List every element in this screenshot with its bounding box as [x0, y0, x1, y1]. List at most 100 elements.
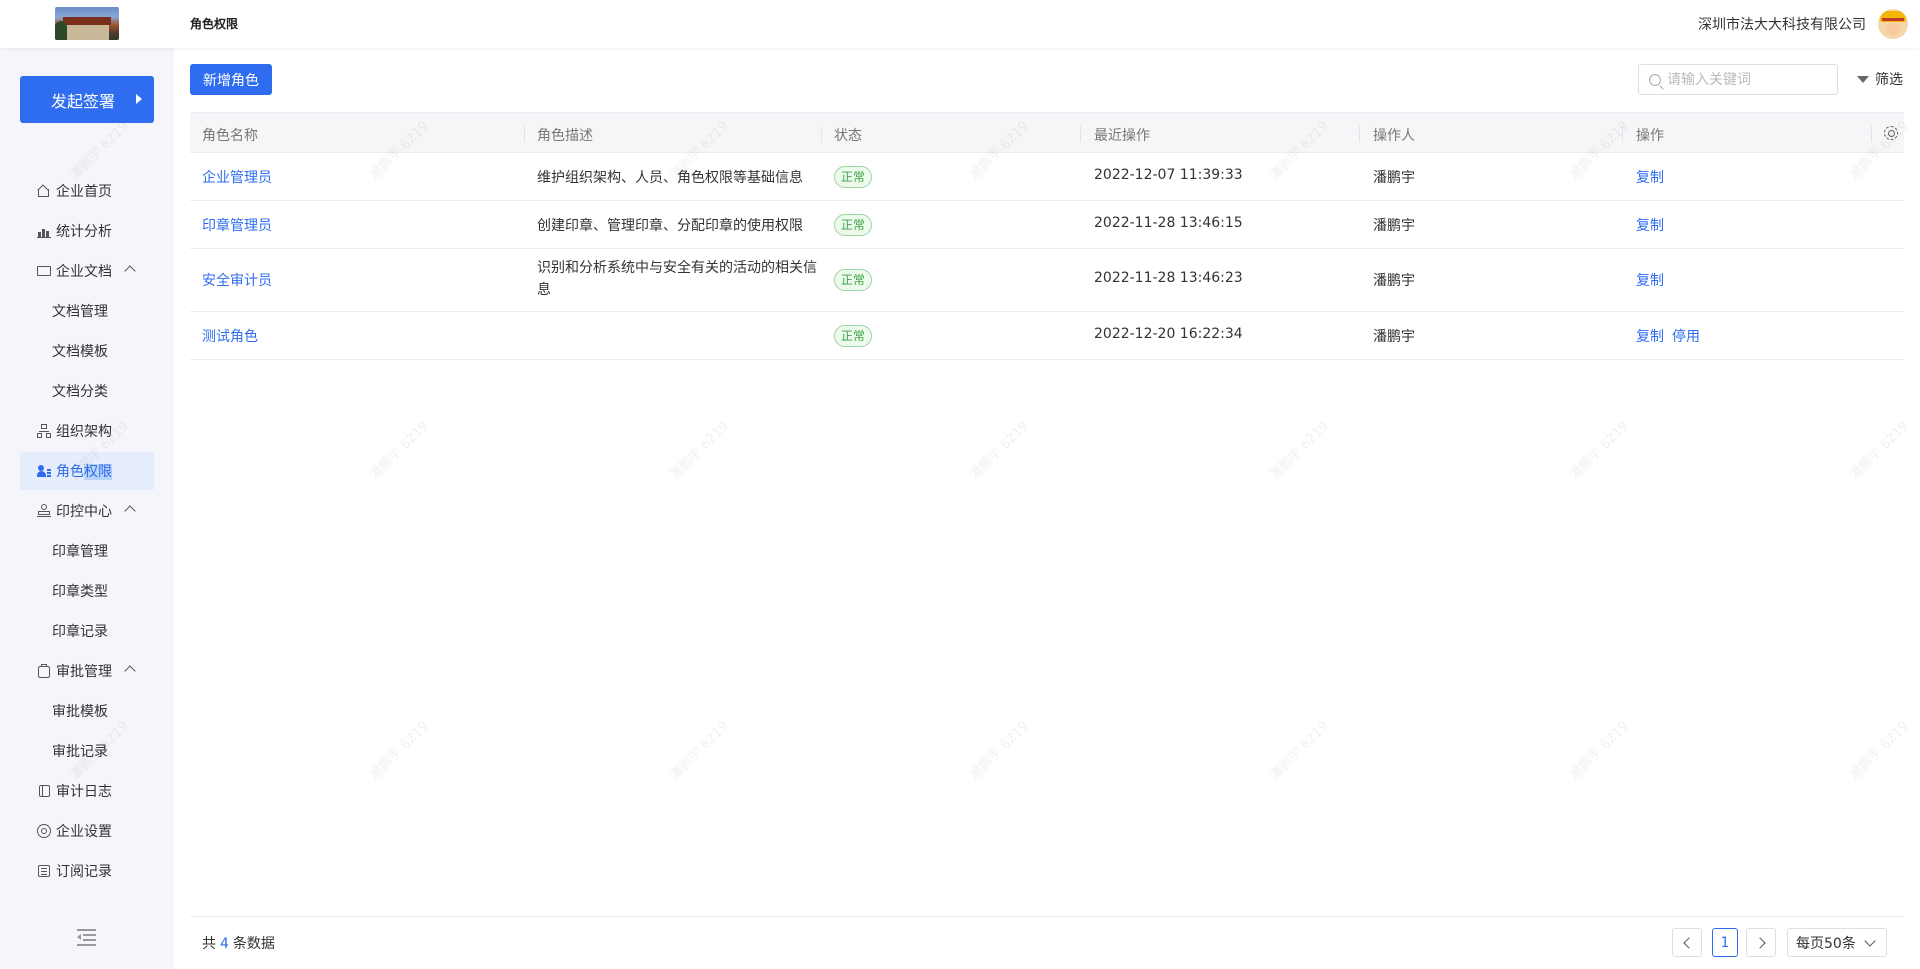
operator-name: 潘鹏宇: [1373, 218, 1415, 234]
sidebar-item-label: 印控中心: [56, 504, 112, 520]
avatar[interactable]: [1878, 9, 1908, 39]
chevron-up-icon: [124, 265, 136, 277]
copy-button[interactable]: 复制: [1636, 215, 1664, 235]
column-header-name: 角色名称: [202, 128, 258, 144]
disable-button[interactable]: 停用: [1672, 326, 1700, 346]
sidebar-item-roles[interactable]: 角色权限: [20, 452, 154, 490]
sidebar-item-audit-log[interactable]: 审计日志: [20, 772, 154, 810]
total-prefix: 共: [202, 936, 216, 952]
role-description: 识别和分析系统中与安全有关的活动的相关信息: [537, 260, 817, 298]
chevron-right-icon: [1753, 936, 1766, 949]
column-header-actions: 操作: [1636, 128, 1664, 144]
role-name-link[interactable]: 测试角色: [202, 326, 258, 346]
search-input[interactable]: [1667, 71, 1827, 88]
sidebar-item-seal-type[interactable]: 印章类型: [20, 572, 154, 610]
main-content: 新增角色 筛选 角色名称 角色描述 状态 最近操作 操作人 操作 企业管理员 维…: [190, 48, 1904, 969]
column-header-operator: 操作人: [1373, 128, 1415, 144]
next-page-button[interactable]: [1746, 928, 1776, 957]
home-icon: [36, 184, 51, 198]
operator-name: 潘鹏宇: [1373, 329, 1415, 345]
roles-table: 角色名称 角色描述 状态 最近操作 操作人 操作 企业管理员 维护组织架构、人员…: [190, 112, 1904, 360]
filter-button[interactable]: 筛选: [1857, 69, 1903, 89]
sidebar: 发起签署 企业首页 统计分析 企业文档 文档管理 文档模板 文档分类 组织架构: [0, 48, 174, 969]
launch-sign-label: 发起签署: [50, 91, 115, 111]
sidebar-item-label: 文档分类: [52, 384, 108, 400]
sidebar-item-label: 审批模板: [52, 704, 108, 720]
sidebar-item-label: 印章记录: [52, 624, 108, 640]
sidebar-item-subscription[interactable]: 订阅记录: [20, 852, 154, 890]
status-badge: 正常: [834, 325, 873, 347]
sidebar-item-statistics[interactable]: 统计分析: [20, 212, 154, 250]
total-count-text: 共 4 条数据: [202, 933, 275, 953]
settings-icon: [37, 824, 51, 838]
pagination-bar: 共 4 条数据 1 每页50条: [190, 916, 1904, 969]
role-description: 创建印章、管理印章、分配印章的使用权限: [537, 218, 803, 234]
last-operation-time: 2022-12-07 11:39:33: [1094, 167, 1243, 183]
prev-page-button[interactable]: [1672, 928, 1702, 957]
sidebar-item-seal-manage[interactable]: 印章管理: [20, 532, 154, 570]
chevron-left-icon: [1682, 936, 1695, 949]
search-box[interactable]: [1638, 64, 1838, 95]
sidebar-item-label: 企业首页: [56, 184, 112, 200]
sidebar-item-org[interactable]: 组织架构: [20, 412, 154, 450]
add-role-button[interactable]: 新增角色: [190, 64, 272, 95]
sidebar-item-home[interactable]: 企业首页: [20, 172, 154, 210]
sidebar-item-doc-manage[interactable]: 文档管理: [20, 292, 154, 330]
page-size-select[interactable]: 每页50条: [1787, 928, 1887, 957]
page-number-button[interactable]: 1: [1712, 928, 1738, 957]
table-row: 测试角色 正常 2022-12-20 16:22:34 潘鹏宇 复制 停用: [190, 312, 1904, 360]
caret-right-icon: [136, 94, 142, 104]
filter-icon: [1857, 75, 1869, 83]
copy-button[interactable]: 复制: [1636, 270, 1664, 290]
copy-button[interactable]: 复制: [1636, 326, 1664, 346]
sidebar-item-label: 审批记录: [52, 744, 108, 760]
operator-name: 潘鹏宇: [1373, 273, 1415, 289]
sidebar-item-approval-record[interactable]: 审批记录: [20, 732, 154, 770]
sidebar-item-label: 文档模板: [52, 344, 108, 360]
total-suffix: 条数据: [232, 936, 275, 952]
sidebar-item-label: 审计日志: [56, 784, 112, 800]
last-operation-time: 2022-11-28 13:46:15: [1094, 215, 1243, 231]
sidebar-item-label: 审批管理: [56, 664, 112, 680]
total-count: 4: [220, 936, 229, 952]
role-name-link[interactable]: 印章管理员: [202, 215, 272, 235]
search-icon: [1649, 73, 1661, 86]
top-header: 角色权限 深圳市法大大科技有限公司: [0, 0, 1920, 48]
sidebar-item-approval-template[interactable]: 审批模板: [20, 692, 154, 730]
org-chart-icon: [37, 424, 51, 438]
table-row: 企业管理员 维护组织架构、人员、角色权限等基础信息 正常 2022-12-07 …: [190, 153, 1904, 201]
sidebar-item-seal-record[interactable]: 印章记录: [20, 612, 154, 650]
company-name[interactable]: 深圳市法大大科技有限公司: [1698, 14, 1866, 34]
table-header: 角色名称 角色描述 状态 最近操作 操作人 操作: [190, 112, 1904, 153]
sidebar-item-seal-center[interactable]: 印控中心: [20, 492, 154, 530]
sidebar-item-approval[interactable]: 审批管理: [20, 652, 154, 690]
bar-chart-icon: [37, 224, 51, 238]
sidebar-item-label: 文档管理: [52, 304, 108, 320]
role-description: 维护组织架构、人员、角色权限等基础信息: [537, 170, 803, 186]
chevron-up-icon: [124, 505, 136, 517]
chevron-down-icon: [1864, 935, 1876, 947]
sidebar-item-doc-category[interactable]: 文档分类: [20, 372, 154, 410]
stamp-icon: [37, 504, 51, 518]
copy-button[interactable]: 复制: [1636, 167, 1664, 187]
column-settings-icon[interactable]: [1884, 126, 1898, 140]
collapse-menu-icon[interactable]: [77, 928, 96, 946]
sidebar-item-documents[interactable]: 企业文档: [20, 252, 154, 290]
sidebar-item-settings[interactable]: 企业设置: [20, 812, 154, 850]
sidebar-item-label: 印章管理: [52, 544, 108, 560]
page-title: 角色权限: [190, 17, 239, 31]
column-header-time: 最近操作: [1094, 128, 1150, 144]
status-badge: 正常: [834, 166, 873, 188]
user-role-icon: [37, 464, 51, 478]
last-operation-time: 2022-11-28 13:46:23: [1094, 270, 1243, 286]
launch-sign-button[interactable]: 发起签署: [20, 76, 154, 123]
company-logo[interactable]: [55, 7, 119, 40]
status-badge: 正常: [834, 214, 873, 236]
filter-label: 筛选: [1875, 72, 1903, 88]
role-name-link[interactable]: 企业管理员: [202, 167, 272, 187]
column-header-status: 状态: [834, 128, 862, 144]
clipboard-check-icon: [37, 664, 51, 678]
document-list-icon: [37, 864, 51, 878]
role-name-link[interactable]: 安全审计员: [202, 270, 272, 290]
sidebar-item-doc-template[interactable]: 文档模板: [20, 332, 154, 370]
